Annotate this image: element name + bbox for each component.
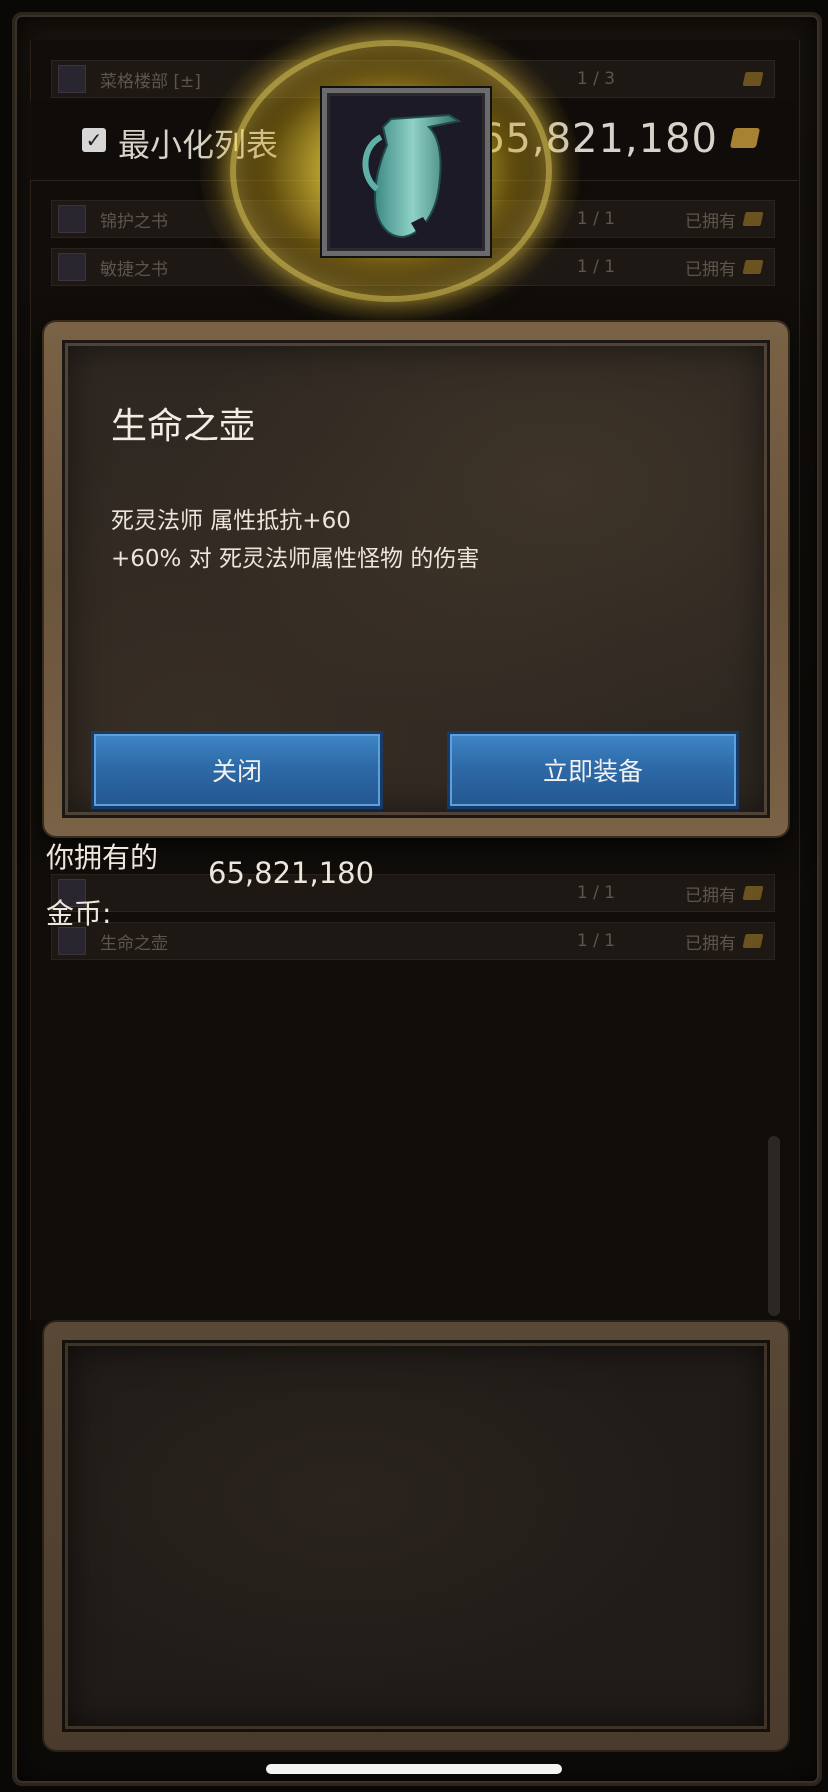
owned-gold-label: 你拥有的 金币: <box>46 830 158 942</box>
coin-icon <box>742 934 764 948</box>
list-item-qty: 1 / 3 <box>576 69 616 89</box>
coin-icon <box>742 72 764 86</box>
list-item-owned: 已拥有 <box>685 211 736 232</box>
coin-icon <box>742 212 764 226</box>
jug-icon <box>322 88 490 256</box>
owned-gold-label-line2: 金币: <box>46 897 112 930</box>
list-item-owned: 已拥有 <box>685 885 736 906</box>
item-thumbnail <box>58 205 86 233</box>
list-scrollbar[interactable] <box>768 1136 780 1316</box>
list-item-qty: 1 / 1 <box>576 257 616 277</box>
coin-icon <box>742 886 764 900</box>
item-stat: +60% 对 死灵法师属性怪物 的伤害 <box>111 546 480 572</box>
gold-coin-icon <box>729 128 761 148</box>
list-item-name: 生命之壶 <box>100 933 168 954</box>
list-item-qty: 1 / 1 <box>576 883 616 903</box>
home-indicator[interactable] <box>266 1764 562 1774</box>
bottom-panel-inner <box>62 1340 770 1732</box>
coin-icon <box>742 260 764 274</box>
item-title: 生命之壶 <box>111 406 256 447</box>
minimize-list-checkbox[interactable]: ✓ <box>82 128 106 152</box>
close-button[interactable]: 关闭 <box>91 731 383 809</box>
item-stat: 死灵法师 属性抵抗+60 <box>111 508 351 534</box>
owned-gold-value: 65,821,180 <box>208 856 375 890</box>
list-item-owned: 已拥有 <box>685 259 736 280</box>
list-item[interactable]: 1 / 1 已拥有 <box>51 874 775 912</box>
item-thumbnail <box>58 65 86 93</box>
owned-gold-label-line1: 你拥有的 <box>46 841 159 874</box>
list-item[interactable]: 生命之壶 1 / 1 已拥有 <box>51 922 775 960</box>
equip-now-button[interactable]: 立即装备 <box>447 731 739 809</box>
item-thumbnail <box>58 253 86 281</box>
bottom-panel <box>44 1322 788 1750</box>
list-item-qty: 1 / 1 <box>576 931 616 951</box>
dialog-panel: 生命之壶 死灵法师 属性抵抗+60 +60% 对 死灵法师属性怪物 的伤害 关闭… <box>62 340 770 818</box>
item-detail-dialog: 生命之壶 死灵法师 属性抵抗+60 +60% 对 死灵法师属性怪物 的伤害 关闭… <box>44 322 788 836</box>
list-item-owned: 已拥有 <box>685 933 736 954</box>
